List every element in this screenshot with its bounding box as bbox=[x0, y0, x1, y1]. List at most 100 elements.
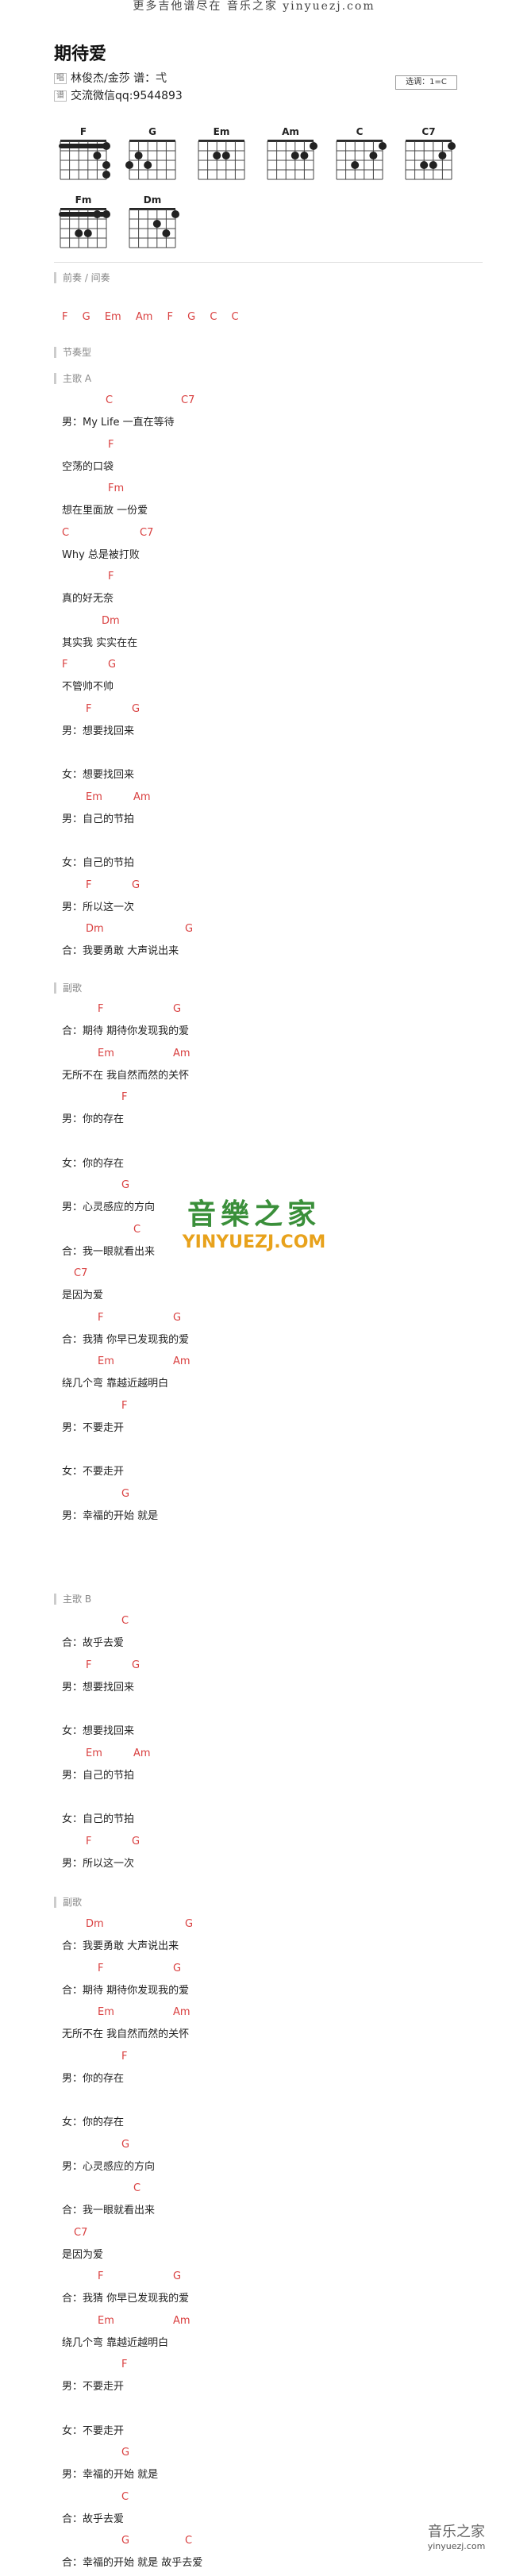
chord-row: FG bbox=[62, 2270, 491, 2285]
chord-finger-dot bbox=[93, 152, 102, 160]
chord-label: Em bbox=[98, 2314, 114, 2327]
lyric-text: 女：自己的节拍 bbox=[62, 1813, 135, 1825]
lyric-text: 男：不要走开 bbox=[62, 1421, 125, 1434]
chord-row bbox=[62, 1136, 491, 1150]
chord-row: FG bbox=[62, 1003, 491, 1017]
lyric-line: F G 男：所以这一次 bbox=[62, 879, 491, 921]
chord-label: Am bbox=[133, 790, 151, 803]
chord-label: G bbox=[132, 879, 140, 891]
lyric-text: 合：我要勇敢 大声说出来 bbox=[62, 1940, 179, 1952]
chord-finger-dot bbox=[213, 152, 221, 160]
chord-label: C bbox=[121, 2490, 129, 2503]
lyric-line: F G 合：期待 期待你发现我的爱 bbox=[62, 1963, 491, 2004]
chord-label: G bbox=[173, 1962, 182, 1974]
chord-label: F bbox=[86, 879, 92, 891]
intro-chords: F G Em Am F G C C bbox=[62, 311, 239, 323]
chord-finger-dot bbox=[102, 171, 110, 179]
chord-label: Em bbox=[86, 1747, 102, 1759]
chord-label: G bbox=[121, 2447, 130, 2459]
lyric-line: Em Am 无所不在 我自然而然的关怀 bbox=[62, 1048, 491, 1089]
chord-label: F bbox=[121, 1399, 128, 1412]
chord-row: F bbox=[62, 439, 491, 453]
chord-row: C C7 bbox=[62, 394, 491, 409]
chord-label: F bbox=[108, 571, 114, 582]
chord-diagram-g: G bbox=[123, 127, 182, 187]
chord-label: G bbox=[173, 1311, 182, 1324]
chord-label: Am bbox=[133, 1747, 151, 1759]
lyric-line: F 男：你的存在 bbox=[62, 1091, 491, 1132]
chord-row bbox=[62, 1703, 491, 1717]
chord-row bbox=[62, 747, 491, 761]
chord-row bbox=[62, 835, 491, 849]
chord-diagram-dm: Dm bbox=[123, 195, 182, 256]
chord-label: C bbox=[133, 2182, 141, 2194]
lyric-text: 男：心灵感应的方向 bbox=[62, 1201, 156, 1213]
lyric-line: C 合：故乎去爱 bbox=[62, 1615, 491, 1656]
lyric-line: Em Am 绕几个弯 靠越近越明白 bbox=[62, 1355, 491, 1397]
chord-label: Dm bbox=[86, 1918, 104, 1930]
chord-row: G bbox=[62, 1488, 491, 1502]
lyric-line: F G 男：想要找回来 bbox=[62, 703, 491, 744]
chord-label: Em bbox=[98, 2006, 114, 2018]
chord-label: C7 bbox=[74, 1267, 88, 1279]
lyric-text: 男：所以这一次 bbox=[62, 901, 135, 913]
contact-line: 谱交流微信qq:9544893 bbox=[54, 89, 183, 103]
lyric-text: 合：故乎去爱 bbox=[62, 1637, 125, 1649]
chord-label: G bbox=[132, 1835, 140, 1847]
chord-grid bbox=[59, 208, 110, 248]
chord-label: F bbox=[98, 1003, 104, 1015]
section-verse-b: 主歌 B bbox=[54, 1594, 91, 1605]
lyric-text: 想在里面放 一份爱 bbox=[62, 505, 148, 517]
lyric-text: 男：你的存在 bbox=[62, 2072, 125, 2085]
chord-finger-dot bbox=[379, 142, 387, 150]
chord-row: Em Am bbox=[62, 2315, 491, 2329]
lyric-line: F G 男：所以这一次 bbox=[62, 1836, 491, 1877]
lyric-text: 其实我 实实在在 bbox=[62, 636, 138, 649]
chord-row: Em Am bbox=[62, 791, 491, 805]
chord-label: C bbox=[121, 1615, 129, 1627]
chord-label: Em bbox=[98, 1355, 114, 1367]
lyric-text: 合：我猜 你早已发现我的爱 bbox=[62, 1333, 190, 1346]
chord-label: G bbox=[185, 923, 194, 935]
lyric-line: C7 是因为爱 bbox=[62, 2227, 491, 2268]
lyric-line: G 男：心灵感应的方向 bbox=[62, 2139, 491, 2180]
chord-barre bbox=[59, 144, 108, 148]
chord-finger-dot bbox=[93, 210, 102, 218]
lyric-line: 女：不要走开 bbox=[62, 2403, 491, 2444]
chord-diagram-c7: C7 bbox=[399, 127, 458, 187]
lyric-text: 不管帅不帅 bbox=[62, 681, 114, 693]
chord-row: C bbox=[62, 1615, 491, 1629]
lyric-line: 女：自己的节拍 bbox=[62, 1791, 491, 1832]
lyric-text: 合：我一眼就看出来 bbox=[62, 1245, 156, 1258]
lyric-line: F 空荡的口袋 bbox=[62, 439, 491, 480]
lyric-text: 合：我猜 你早已发现我的爱 bbox=[62, 2293, 190, 2305]
lyric-line: 女：想要找回来 bbox=[62, 747, 491, 788]
singer-tag: 唱 bbox=[54, 73, 67, 84]
chord-grid bbox=[198, 140, 245, 180]
chord-finger-dot bbox=[300, 152, 309, 160]
section-verse-a: 主歌 A bbox=[54, 373, 91, 384]
chord-row: G bbox=[62, 2447, 491, 2461]
song-title: 期待爱 bbox=[54, 44, 107, 64]
lyric-text: 男：想要找回来 bbox=[62, 725, 135, 737]
lyric-line: F G 男：想要找回来 bbox=[62, 1659, 491, 1701]
chord-label: Em bbox=[86, 790, 102, 803]
chord-row: FG bbox=[62, 1963, 491, 1977]
chord-row: C bbox=[62, 2182, 491, 2197]
chord-label: G bbox=[185, 1918, 194, 1930]
chord-label: G bbox=[121, 1487, 130, 1500]
chord-finger-dot bbox=[369, 152, 378, 160]
chord-finger-dot bbox=[310, 142, 318, 150]
key-select-button[interactable]: 选调：1=C bbox=[395, 75, 457, 90]
lyric-text: 女：你的存在 bbox=[62, 2117, 125, 2128]
lyric-text: 是因为爱 bbox=[62, 1290, 104, 1301]
lyric-line: C7 是因为爱 bbox=[62, 1267, 491, 1309]
lyric-line: C C7 Why 总是被打败 bbox=[62, 527, 491, 568]
chord-row: Em Am bbox=[62, 2006, 491, 2020]
lyric-line: F 男：不要走开 bbox=[62, 2359, 491, 2400]
chord-grid bbox=[59, 140, 110, 180]
chord-label: Dm bbox=[86, 923, 104, 935]
chord-row: FG bbox=[62, 659, 491, 673]
chord-label: Am bbox=[173, 1047, 190, 1059]
chord-finger-dot bbox=[125, 161, 133, 169]
